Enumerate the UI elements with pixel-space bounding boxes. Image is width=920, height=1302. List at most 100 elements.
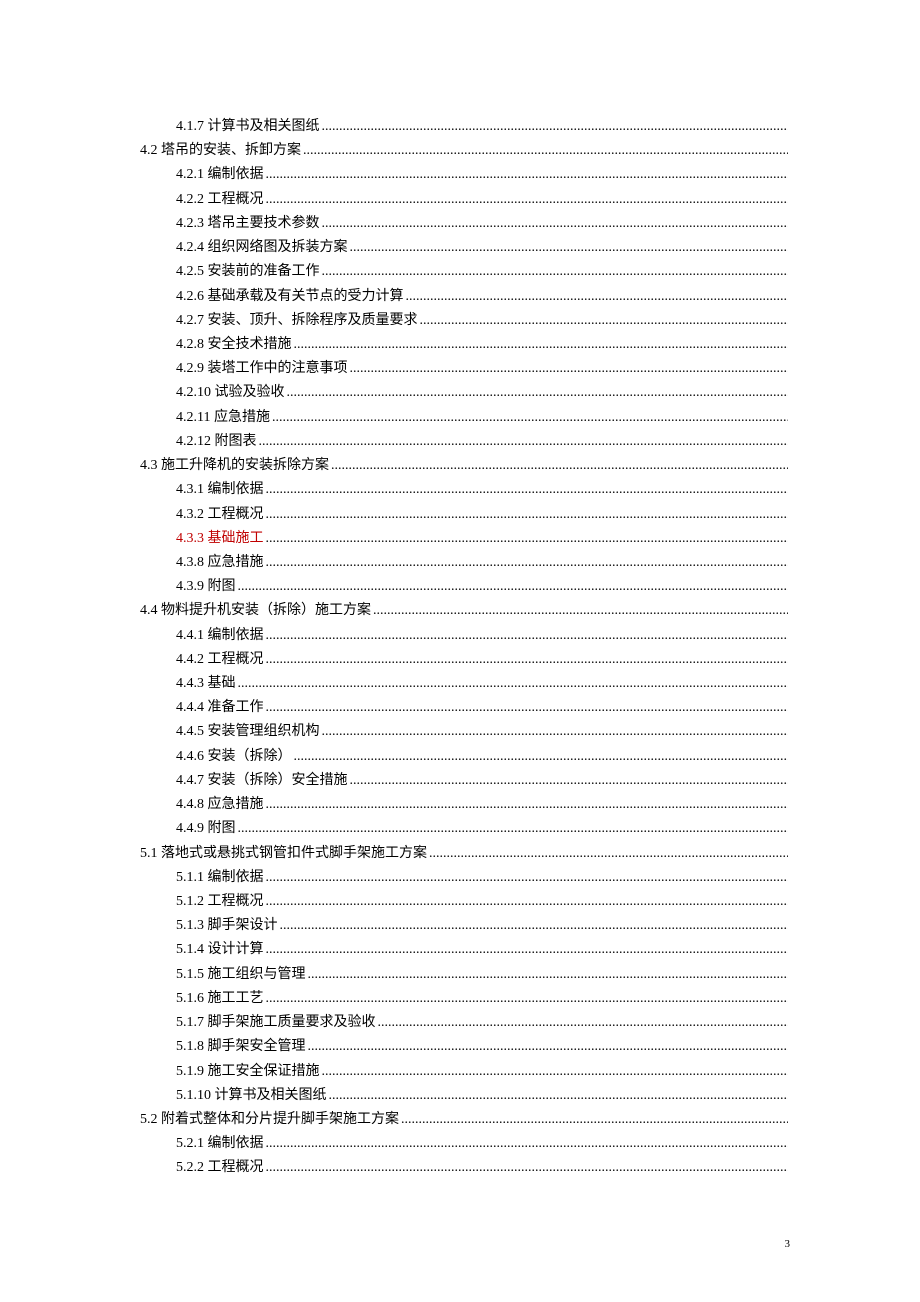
toc-entry[interactable]: 4.3.8 应急措施 xyxy=(140,551,790,575)
toc-leader-dots xyxy=(287,381,789,405)
toc-entry[interactable]: 4.4 物料提升机安装（拆除）施工方案 xyxy=(140,599,790,623)
toc-leader-dots xyxy=(266,624,789,648)
toc-entry-number: 5.1.10 xyxy=(176,1088,211,1103)
toc-entry-number: 5.2.1 xyxy=(176,1136,204,1151)
toc-entry[interactable]: 4.2.11 应急措施 xyxy=(140,406,790,430)
toc-entry[interactable]: 4.2.10 试验及验收 xyxy=(140,381,790,405)
toc-entry[interactable]: 5.1.1 编制依据 xyxy=(140,866,790,890)
toc-leader-dots xyxy=(329,1084,789,1108)
toc-entry[interactable]: 4.3.1 编制依据 xyxy=(140,478,790,502)
toc-entry-number: 5.1.7 xyxy=(176,1015,204,1030)
toc-entry[interactable]: 4.2.3 塔吊主要技术参数 xyxy=(140,212,790,236)
toc-entry-number: 4.4.9 xyxy=(176,821,204,836)
toc-entry-title: 计算书及相关图纸 xyxy=(215,1088,327,1103)
toc-entry[interactable]: 4.2.12 附图表 xyxy=(140,430,790,454)
toc-entry-title: 基础承载及有关节点的受力计算 xyxy=(208,289,404,304)
toc-entry-label: 5.2.2 工程概况 xyxy=(176,1156,264,1180)
toc-entry[interactable]: 5.1.5 施工组织与管理 xyxy=(140,963,790,987)
toc-entry-title: 工程概况 xyxy=(208,192,264,207)
toc-leader-dots xyxy=(308,1035,789,1059)
toc-leader-dots xyxy=(406,285,789,309)
toc-entry[interactable]: 4.2 塔吊的安装、拆卸方案 xyxy=(140,139,790,163)
toc-entry-number: 4.3.8 xyxy=(176,555,204,570)
toc-entry[interactable]: 4.2.9 装塔工作中的注意事项 xyxy=(140,357,790,381)
toc-entry-number: 4.2.2 xyxy=(176,192,204,207)
toc-leader-dots xyxy=(266,188,789,212)
toc-entry-label: 4.3.3 基础施工 xyxy=(176,527,264,551)
toc-entry[interactable]: 5.2.2 工程概况 xyxy=(140,1156,790,1180)
toc-leader-dots xyxy=(322,1060,789,1084)
toc-entry-title: 基础 xyxy=(208,676,236,691)
toc-entry-number: 4.2.6 xyxy=(176,289,204,304)
toc-entry-label: 5.2 附着式整体和分片提升脚手架施工方案 xyxy=(140,1108,399,1132)
toc-leader-dots xyxy=(266,551,789,575)
toc-entry[interactable]: 4.3.2 工程概况 xyxy=(140,503,790,527)
toc-entry-title: 编制依据 xyxy=(208,870,264,885)
toc-entry[interactable]: 4.3.9 附图 xyxy=(140,575,790,599)
toc-entry-title: 落地式或悬挑式钢管扣件式脚手架施工方案 xyxy=(161,846,427,861)
toc-entry-number: 4.3.3 xyxy=(176,531,204,546)
toc-entry-title: 安装前的准备工作 xyxy=(208,264,320,279)
toc-entry[interactable]: 4.4.1 编制依据 xyxy=(140,624,790,648)
toc-entry[interactable]: 4.4.4 准备工作 xyxy=(140,696,790,720)
toc-entry[interactable]: 4.4.6 安装（拆除） xyxy=(140,745,790,769)
toc-leader-dots xyxy=(294,745,789,769)
toc-entry-title: 附着式整体和分片提升脚手架施工方案 xyxy=(161,1112,399,1127)
toc-entry[interactable]: 4.2.4 组织网络图及拆装方案 xyxy=(140,236,790,260)
toc-entry[interactable]: 4.4.5 安装管理组织机构 xyxy=(140,720,790,744)
toc-entry[interactable]: 5.1.9 施工安全保证措施 xyxy=(140,1060,790,1084)
toc-leader-dots xyxy=(280,914,789,938)
toc-entry[interactable]: 4.2.2 工程概况 xyxy=(140,188,790,212)
toc-leader-dots xyxy=(322,212,789,236)
toc-entry-number: 5.1.5 xyxy=(176,967,204,982)
toc-entry-number: 4.4.3 xyxy=(176,676,204,691)
toc-entry[interactable]: 4.2.7 安装、顶升、拆除程序及质量要求 xyxy=(140,309,790,333)
toc-entry-label: 4.2.6 基础承载及有关节点的受力计算 xyxy=(176,285,404,309)
toc-entry-number: 4.3.2 xyxy=(176,507,204,522)
toc-entry[interactable]: 5.2 附着式整体和分片提升脚手架施工方案 xyxy=(140,1108,790,1132)
toc-entry-label: 4.4.5 安装管理组织机构 xyxy=(176,720,320,744)
toc-entry[interactable]: 4.4.9 附图 xyxy=(140,817,790,841)
toc-entry-title: 设计计算 xyxy=(208,942,264,957)
toc-entry[interactable]: 5.1.10 计算书及相关图纸 xyxy=(140,1084,790,1108)
toc-entry-number: 4.3.1 xyxy=(176,482,204,497)
toc-entry[interactable]: 5.1 落地式或悬挑式钢管扣件式脚手架施工方案 xyxy=(140,842,790,866)
toc-entry-label: 4.2.1 编制依据 xyxy=(176,163,264,187)
toc-entry[interactable]: 5.1.6 施工工艺 xyxy=(140,987,790,1011)
toc-entry[interactable]: 4.2.8 安全技术措施 xyxy=(140,333,790,357)
toc-entry-number: 4.4 xyxy=(140,603,158,618)
toc-entry[interactable]: 5.1.3 脚手架设计 xyxy=(140,914,790,938)
toc-container: 4.1.7 计算书及相关图纸4.2 塔吊的安装、拆卸方案4.2.1 编制依据4.… xyxy=(140,115,790,1181)
toc-entry-label: 4.4.7 安装（拆除）安全措施 xyxy=(176,769,348,793)
toc-entry[interactable]: 4.4.3 基础 xyxy=(140,672,790,696)
toc-entry[interactable]: 4.3.3 基础施工 xyxy=(140,527,790,551)
toc-entry-label: 5.2.1 编制依据 xyxy=(176,1132,264,1156)
toc-entry-number: 5.1.4 xyxy=(176,942,204,957)
toc-entry[interactable]: 4.2.5 安装前的准备工作 xyxy=(140,260,790,284)
toc-entry-number: 4.4.1 xyxy=(176,628,204,643)
toc-entry-title: 装塔工作中的注意事项 xyxy=(208,361,348,376)
toc-entry[interactable]: 4.4.2 工程概况 xyxy=(140,648,790,672)
toc-leader-dots xyxy=(266,478,789,502)
toc-entry-title: 应急措施 xyxy=(208,555,264,570)
toc-entry[interactable]: 4.4.7 安装（拆除）安全措施 xyxy=(140,769,790,793)
toc-entry-title: 施工组织与管理 xyxy=(208,967,306,982)
toc-entry-label: 4.4.2 工程概况 xyxy=(176,648,264,672)
toc-leader-dots xyxy=(266,1132,789,1156)
toc-entry-title: 准备工作 xyxy=(208,700,264,715)
toc-entry[interactable]: 4.2.1 编制依据 xyxy=(140,163,790,187)
toc-entry-label: 5.1 落地式或悬挑式钢管扣件式脚手架施工方案 xyxy=(140,842,427,866)
toc-entry[interactable]: 5.2.1 编制依据 xyxy=(140,1132,790,1156)
toc-entry[interactable]: 5.1.7 脚手架施工质量要求及验收 xyxy=(140,1011,790,1035)
toc-entry[interactable]: 4.3 施工升降机的安装拆除方案 xyxy=(140,454,790,478)
toc-entry[interactable]: 5.1.2 工程概况 xyxy=(140,890,790,914)
toc-entry[interactable]: 5.1.4 设计计算 xyxy=(140,938,790,962)
toc-entry-label: 4.3 施工升降机的安装拆除方案 xyxy=(140,454,329,478)
toc-leader-dots xyxy=(266,696,789,720)
toc-entry[interactable]: 5.1.8 脚手架安全管理 xyxy=(140,1035,790,1059)
toc-entry[interactable]: 4.1.7 计算书及相关图纸 xyxy=(140,115,790,139)
toc-entry-title: 脚手架施工质量要求及验收 xyxy=(208,1015,376,1030)
toc-entry-label: 4.4.1 编制依据 xyxy=(176,624,264,648)
toc-entry[interactable]: 4.2.6 基础承载及有关节点的受力计算 xyxy=(140,285,790,309)
toc-entry[interactable]: 4.4.8 应急措施 xyxy=(140,793,790,817)
